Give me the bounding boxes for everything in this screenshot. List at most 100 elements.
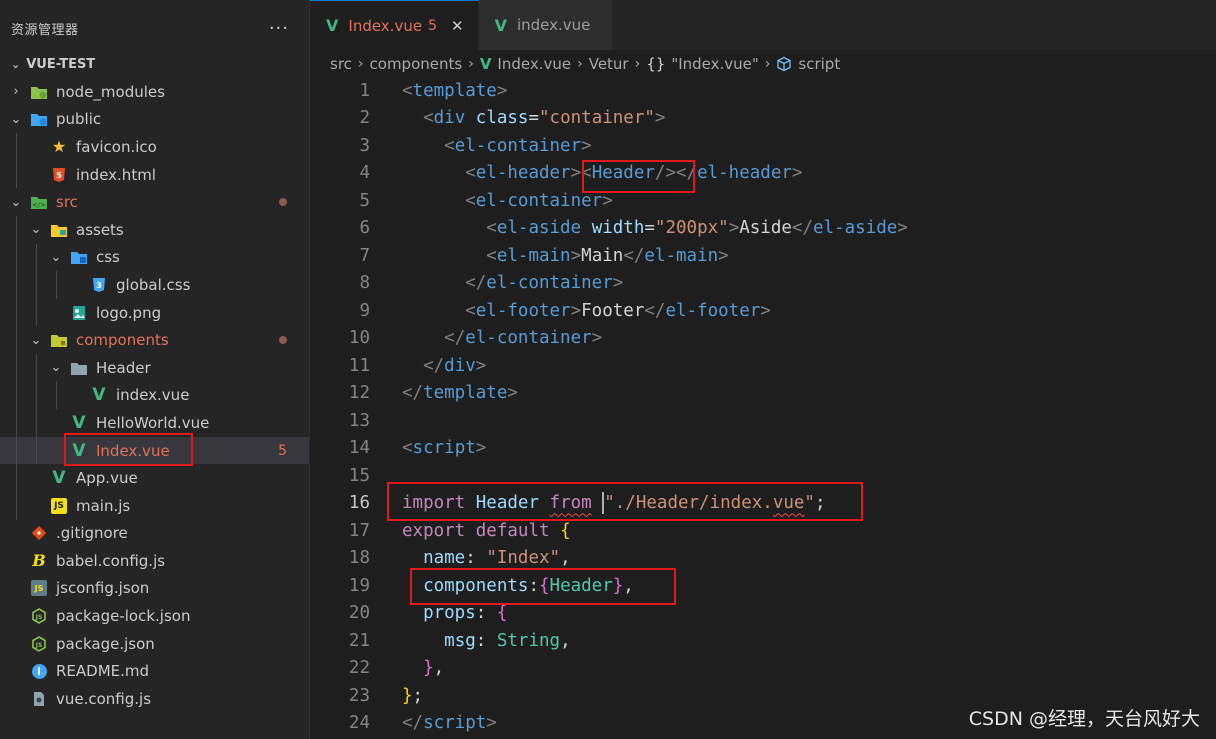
chevron-right-icon: ›	[13, 84, 19, 100]
tree-item-helloworld-vue[interactable]: V HelloWorld.vue	[0, 409, 309, 437]
line-number: 6	[359, 218, 370, 239]
code-token: <	[465, 300, 476, 321]
code-token: "container"	[539, 108, 655, 129]
code-token: el-aside	[813, 218, 898, 239]
code-text: </div>	[402, 356, 486, 376]
code-token: />	[654, 163, 676, 184]
code-token: class	[475, 108, 529, 129]
tab-label: index.vue	[516, 16, 591, 34]
tree-item-index-vue[interactable]: V Index.vue 5	[0, 436, 309, 465]
tree-item-vue-config-js[interactable]: vue.config.js	[0, 685, 309, 713]
code-line[interactable]: 14 <script>	[310, 435, 1216, 463]
code-token: {	[496, 603, 508, 624]
code-token: <	[423, 108, 434, 129]
code-line[interactable]: 15	[310, 462, 1216, 490]
code-line[interactable]: 3 <el-container>	[310, 132, 1216, 160]
tree-item-assets[interactable]: ⌄ assets	[0, 215, 309, 244]
code-token: </	[791, 218, 813, 239]
tree-item-index-vue[interactable]: Vindex.vue	[0, 381, 309, 410]
code-token: >	[570, 163, 582, 184]
code-line[interactable]: 6 <el-aside width="200px">Aside</el-asid…	[310, 215, 1216, 243]
tree-item-components[interactable]: ⌄ components	[0, 326, 309, 354]
babel-icon: B	[32, 551, 46, 571]
code-token: el-footer	[665, 300, 761, 321]
code-token: </	[402, 713, 424, 734]
tree-item-gitignore[interactable]: .gitignore	[0, 520, 309, 548]
tree-item-global-css[interactable]: 3 global.css	[0, 271, 309, 299]
breadcrumb-item-index-symbol[interactable]: "Index.vue"	[671, 55, 758, 73]
line-number: 17	[348, 520, 370, 541]
breadcrumb-item-components[interactable]: components	[370, 55, 463, 73]
code-token: <	[402, 438, 413, 459]
code-token: el-header	[475, 163, 571, 184]
code-token: vue	[772, 493, 805, 514]
breadcrumb-item-script[interactable]: script	[798, 55, 840, 73]
chevron-right-icon: ›	[468, 56, 474, 72]
braces-icon: {}	[646, 55, 666, 73]
indent-guide	[36, 353, 37, 382]
line-number: 8	[359, 273, 370, 294]
code-text: components:{Header},	[402, 576, 634, 596]
tree-item-src[interactable]: ⌄ </> src	[0, 188, 309, 216]
code-line[interactable]: 11 </div>	[310, 352, 1216, 380]
breadcrumb-item-src[interactable]: src	[330, 55, 352, 73]
line-number: 12	[348, 383, 370, 404]
breadcrumb-item-file[interactable]: Index.vue	[497, 55, 571, 73]
more-actions-icon[interactable]: ···	[269, 18, 289, 39]
tree-item-app-vue[interactable]: V App.vue	[0, 464, 309, 492]
workspace-root[interactable]: ⌄ VUE-TEST	[0, 56, 309, 72]
tree-item-package-lock-json[interactable]: JS package-lock.json	[0, 602, 309, 630]
code-line[interactable]: 7 <el-main>Main</el-main>	[310, 242, 1216, 270]
code-token: width	[591, 218, 645, 239]
tab-index-vue-active[interactable]: V Index.vue 5 ✕	[310, 0, 479, 50]
tree-item-node-modules[interactable]: › node_modules	[0, 78, 309, 106]
code-line[interactable]: 4 <el-header><Header/></el-header>	[310, 160, 1216, 188]
breadcrumb-item-vetur[interactable]: Vetur	[589, 55, 629, 73]
tree-item-babel-config-js[interactable]: Bbabel.config.js	[0, 547, 309, 575]
tree-item-readme-md[interactable]: i README.md	[0, 657, 309, 685]
tree-item-index-html[interactable]: 5 index.html	[0, 160, 309, 189]
code-line[interactable]: 5 <el-container>	[310, 187, 1216, 215]
tree-item-logo-png[interactable]: logo.png	[0, 298, 309, 327]
code-text: props: {	[402, 603, 507, 623]
close-icon[interactable]: ✕	[451, 17, 464, 35]
code-line[interactable]: 1 <template>	[310, 77, 1216, 105]
tree-item-package-json[interactable]: JS package.json	[0, 630, 309, 658]
code-line[interactable]: 19 components:{Header},	[310, 572, 1216, 600]
problem-count-badge: 5	[278, 442, 287, 459]
tab-header-index-vue[interactable]: V index.vue	[478, 0, 613, 50]
indent-guide	[36, 381, 37, 410]
code-line[interactable]: 10 </el-container>	[310, 325, 1216, 353]
chevron-right-icon: ›	[634, 56, 641, 72]
tree-item-public[interactable]: ⌄ public	[0, 106, 309, 134]
code-line[interactable]: 20 props: {	[310, 600, 1216, 628]
code-line[interactable]: 13	[310, 407, 1216, 435]
tree-item-main-js[interactable]: JS main.js	[0, 491, 309, 520]
code-line[interactable]: 8 </el-container>	[310, 270, 1216, 298]
code-line[interactable]: 21 msg: String,	[310, 627, 1216, 655]
tree-item-header[interactable]: ⌄ Header	[0, 353, 309, 382]
tree-item-favicon-ico[interactable]: ★ favicon.ico	[0, 133, 309, 161]
line-number: 9	[359, 300, 370, 321]
code-token: :	[475, 603, 497, 624]
indent-guide	[16, 160, 17, 189]
code-token: default	[475, 520, 550, 541]
code-line[interactable]: 12 </template>	[310, 380, 1216, 408]
line-number: 24	[348, 713, 370, 734]
code-line[interactable]: 9 <el-footer>Footer</el-footer>	[310, 297, 1216, 325]
tab-label: Index.vue	[348, 16, 423, 35]
code-line[interactable]: 22 },	[310, 655, 1216, 683]
code-line[interactable]: 17 export default {	[310, 517, 1216, 545]
code-editor[interactable]: 1 <template> 2 <div class="container"> 3 <e…	[310, 77, 1216, 737]
code-line[interactable]: 2 <div class="container">	[310, 105, 1216, 133]
tree-item-jsconfig-json[interactable]: JS jsconfig.json	[0, 575, 309, 603]
code-line[interactable]: 16 import Header from "./Header/index.vue…	[310, 490, 1216, 518]
chevron-down-icon: ⌄	[50, 360, 62, 376]
tree-item-label: node_modules	[56, 82, 165, 101]
code-token: >	[475, 438, 487, 459]
code-line[interactable]: 18 name: "Index",	[310, 545, 1216, 573]
tree-item-css[interactable]: ⌄ css	[0, 243, 309, 272]
